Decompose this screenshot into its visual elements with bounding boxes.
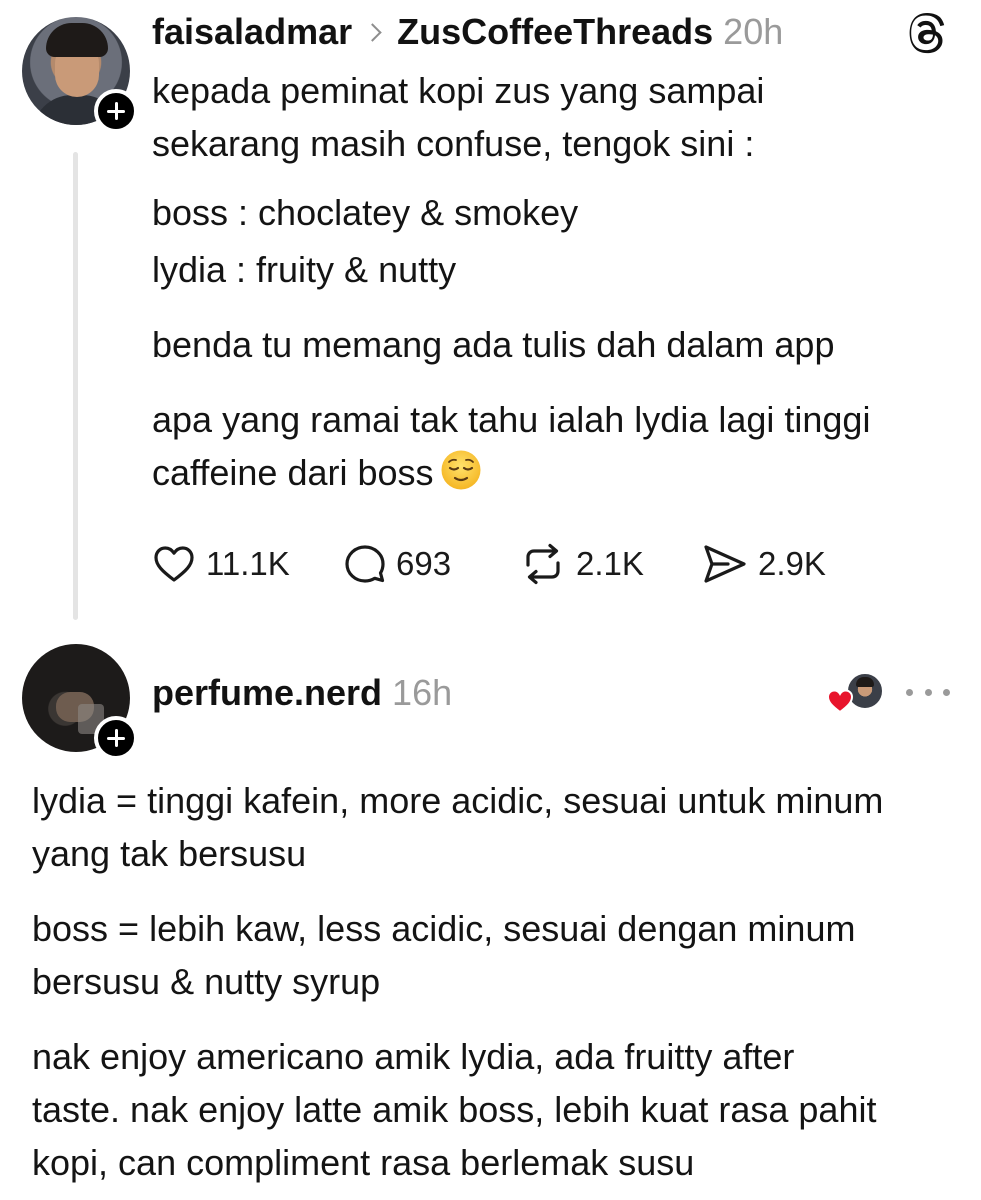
thread-connector-line bbox=[73, 152, 78, 620]
avatar-hair bbox=[46, 23, 108, 57]
reply-text-line: lydia = tinggi kafein, more acidic, sesu… bbox=[32, 780, 884, 821]
reply-count: 693 bbox=[396, 545, 452, 582]
plus-icon bbox=[106, 728, 126, 748]
reply-content: lydia = tinggi kafein, more acidic, sesu… bbox=[32, 774, 962, 1189]
post-action-bar: 11.1K 693 2.1K 2.9K bbox=[152, 538, 826, 590]
reply-text-line: taste. nak enjoy latte amik boss, lebih … bbox=[32, 1089, 877, 1130]
post-text-line-with-emoji: caffeine dari boss bbox=[152, 446, 952, 499]
reply-author-username[interactable]: perfume.nerd bbox=[152, 672, 382, 714]
reply-header: perfume.nerd 16h bbox=[152, 670, 452, 716]
liked-by-author-badge bbox=[826, 670, 888, 716]
repost-count: 2.1K bbox=[576, 545, 644, 582]
like-button[interactable]: 11.1K bbox=[152, 544, 344, 584]
more-dots-icon bbox=[943, 688, 950, 696]
post-text-line: sekarang masih confuse, tengok sini : bbox=[152, 123, 755, 164]
repost-button[interactable]: 2.1K bbox=[520, 543, 702, 585]
reply-text-line: yang tak bersusu bbox=[32, 833, 307, 874]
author-username[interactable]: faisaladmar bbox=[152, 11, 352, 53]
post-text-line: kepada peminat kopi zus yang sampai bbox=[152, 70, 765, 111]
post-header: faisaladmar ZusCoffeeThreads 20h bbox=[152, 10, 783, 54]
follow-plus-button[interactable] bbox=[94, 716, 138, 760]
post-text-line: boss : choclatey & smokey bbox=[152, 192, 579, 233]
heart-filled-icon bbox=[826, 689, 854, 714]
post-text-line: apa yang ramai tak tahu ialah lydia lagi… bbox=[152, 399, 871, 440]
share-button[interactable]: 2.9K bbox=[702, 543, 826, 585]
community-name[interactable]: ZusCoffeeThreads bbox=[397, 11, 713, 53]
plus-icon bbox=[106, 101, 126, 121]
post-timestamp: 20h bbox=[723, 11, 784, 52]
reply-text-line: kopi, can compliment rasa berlemak susu bbox=[32, 1142, 695, 1183]
more-dots-icon bbox=[906, 688, 913, 696]
reply-text-line: nak enjoy americano amik lydia, ada frui… bbox=[32, 1036, 795, 1077]
share-count: 2.9K bbox=[758, 545, 826, 582]
repost-arrows-icon bbox=[526, 543, 560, 585]
follow-plus-button[interactable] bbox=[94, 89, 138, 133]
reply-timestamp: 16h bbox=[392, 672, 453, 713]
speech-bubble-icon bbox=[345, 545, 385, 583]
reply-text-line: boss = lebih kaw, less acidic, sesuai de… bbox=[32, 908, 856, 949]
more-options-button[interactable] bbox=[906, 680, 950, 704]
post-text-line: benda tu memang ada tulis dah dalam app bbox=[152, 324, 835, 365]
reply-text-line: bersusu & nutty syrup bbox=[32, 961, 381, 1002]
reply-button[interactable]: 693 bbox=[344, 543, 520, 585]
send-icon bbox=[704, 545, 746, 583]
post-text-line: caffeine dari boss bbox=[152, 452, 434, 493]
post-content: kepada peminat kopi zus yang sampai seka… bbox=[152, 64, 952, 499]
thread-post-1: faisaladmar ZusCoffeeThreads 20h kepada … bbox=[0, 0, 981, 630]
threads-logo-icon[interactable] bbox=[907, 12, 949, 54]
post-text-line: lydia : fruity & nutty bbox=[152, 249, 457, 290]
chevron-right-icon bbox=[363, 22, 382, 42]
more-dots-icon bbox=[924, 688, 932, 696]
like-count: 11.1K bbox=[206, 545, 290, 582]
relieved-face-emoji bbox=[441, 450, 481, 490]
heart-outline-icon bbox=[154, 546, 194, 582]
